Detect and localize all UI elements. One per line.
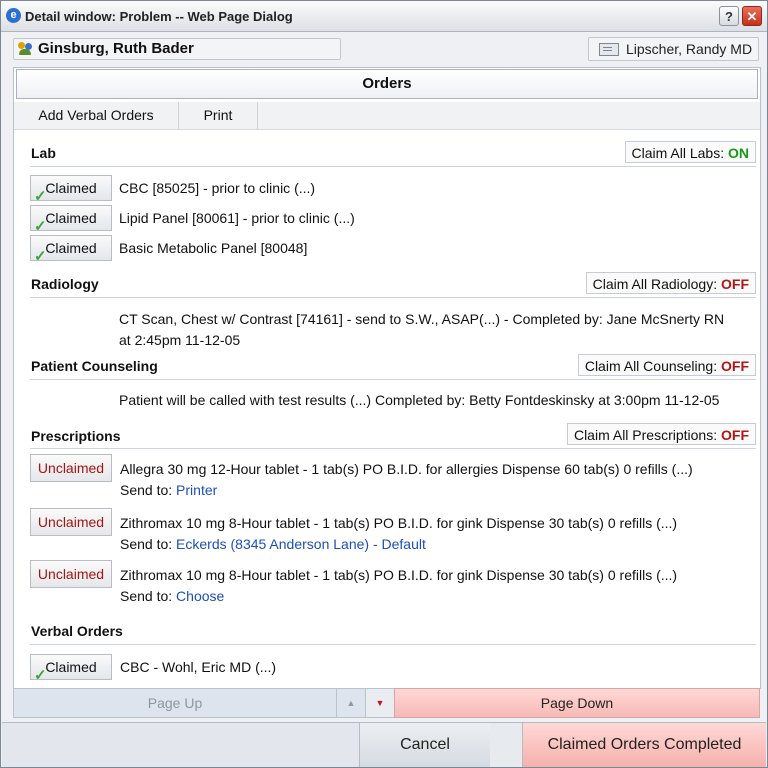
prescription-order-text: Zithromax 10 mg 8-Hour tablet - 1 tab(s)…	[120, 567, 678, 583]
dialog-window: e Detail window: Problem -- Web Page Dia…	[0, 0, 768, 768]
window-title: Detail window: Problem -- Web Page Dialo…	[25, 9, 293, 24]
claim-all-radiology-toggle[interactable]: Claim All Radiology: OFF	[585, 272, 756, 294]
divider	[30, 379, 756, 380]
check-icon: ✓	[34, 248, 47, 265]
radiology-section-title: Radiology	[31, 276, 99, 292]
claimed-label: Claimed	[45, 210, 97, 226]
orders-panel: Orders Add Verbal Orders Print Lab Claim…	[13, 67, 761, 689]
unclaimed-button[interactable]: Unclaimed	[30, 508, 112, 536]
claim-all-counseling-toggle[interactable]: Claim All Counseling: OFF	[577, 354, 756, 376]
lab-section-title: Lab	[31, 145, 56, 161]
pager: Page Up ▲ ▼ Page Down	[13, 688, 760, 718]
footer-spacer	[490, 723, 523, 767]
prescription-order-text: Zithromax 10 mg 8-Hour tablet - 1 tab(s)…	[120, 515, 678, 531]
send-to-row: Send to: Printer	[120, 482, 217, 498]
counseling-order-text: Patient will be called with test results…	[119, 392, 720, 408]
send-to-row: Send to: Eckerds (8345 Anderson Lane) - …	[120, 536, 426, 552]
claim-all-labs-toggle[interactable]: Claim All Labs: ON	[624, 141, 756, 163]
check-icon: ✓	[34, 667, 47, 684]
send-to-label: Send to:	[120, 536, 177, 552]
print-button[interactable]: Print	[179, 102, 258, 129]
orders-toolbar: Add Verbal Orders Print	[14, 102, 760, 130]
radiology-order-text: CT Scan, Chest w/ Contrast [74161] - sen…	[119, 311, 725, 327]
claimed-orders-completed-button[interactable]: Claimed Orders Completed	[523, 723, 766, 767]
divider	[30, 166, 756, 167]
help-button[interactable]: ?	[719, 6, 739, 26]
patient-icon	[18, 42, 33, 55]
claimed-button[interactable]: ✓ Claimed	[30, 654, 112, 684]
claimed-label: Claimed	[45, 659, 97, 675]
send-to-label: Send to:	[120, 588, 177, 604]
footer-spacer	[2, 723, 358, 767]
send-to-link[interactable]: Choose	[176, 588, 224, 604]
prescription-order-text: Allegra 30 mg 12-Hour tablet - 1 tab(s) …	[120, 461, 693, 477]
claim-all-prescriptions-toggle[interactable]: Claim All Prescriptions: OFF	[566, 423, 756, 445]
counseling-section-title: Patient Counseling	[31, 358, 158, 374]
claim-all-labs-label: Claim All Labs:	[631, 145, 728, 161]
id-card-icon	[599, 43, 619, 56]
divider	[30, 448, 756, 449]
browser-icon: e	[6, 8, 21, 23]
arrow-down-icon[interactable]: ▼	[365, 688, 395, 718]
claim-all-prescriptions-state: OFF	[721, 427, 749, 443]
claim-all-labs-state: ON	[728, 145, 749, 161]
claim-all-radiology-state: OFF	[721, 276, 749, 292]
claim-all-radiology-label: Claim All Radiology:	[592, 276, 721, 292]
patient-header: Ginsburg, Ruth Bader	[13, 38, 341, 60]
send-to-label: Send to:	[120, 482, 177, 498]
footer-bar: Cancel Claimed Orders Completed	[2, 722, 766, 767]
claimed-button[interactable]: ✓ Claimed	[30, 205, 112, 235]
claimed-button[interactable]: ✓ Claimed	[30, 235, 112, 265]
claim-all-counseling-state: OFF	[721, 358, 749, 374]
claimed-button[interactable]: ✓ Claimed	[30, 175, 112, 205]
verbal-orders-section-title: Verbal Orders	[31, 623, 123, 639]
divider	[30, 644, 756, 645]
send-to-row: Send to: Choose	[120, 588, 224, 604]
send-to-link[interactable]: Eckerds (8345 Anderson Lane) - Default	[176, 536, 426, 552]
page-up-button[interactable]: Page Up	[13, 688, 337, 718]
add-verbal-orders-button[interactable]: Add Verbal Orders	[14, 102, 179, 129]
claim-all-counseling-label: Claim All Counseling:	[584, 358, 721, 374]
lab-order-text: CBC [85025] - prior to clinic (...)	[119, 180, 316, 196]
patient-name: Ginsburg, Ruth Bader	[38, 40, 194, 57]
divider	[30, 297, 756, 298]
send-to-link[interactable]: Printer	[176, 482, 217, 498]
provider-name: Lipscher, Randy MD	[626, 41, 753, 57]
claimed-label: Claimed	[45, 180, 97, 196]
orders-heading: Orders	[16, 69, 758, 99]
cancel-button[interactable]: Cancel	[359, 723, 491, 767]
page-down-button[interactable]: Page Down	[394, 688, 760, 718]
claimed-label: Claimed	[45, 240, 97, 256]
radiology-order-completed: at 2:45pm 11-12-05	[119, 332, 241, 348]
lab-order-text: Basic Metabolic Panel [80048]	[119, 240, 308, 256]
provider-header[interactable]: Lipscher, Randy MD	[588, 37, 759, 61]
unclaimed-button[interactable]: Unclaimed	[30, 454, 112, 482]
verbal-order-text: CBC - Wohl, Eric MD (...)	[120, 659, 277, 675]
title-bar[interactable]: e Detail window: Problem -- Web Page Dia…	[1, 1, 767, 32]
unclaimed-button[interactable]: Unclaimed	[30, 560, 112, 588]
close-button[interactable]: ✕	[742, 6, 762, 26]
lab-order-text: Lipid Panel [80061] - prior to clinic (.…	[119, 210, 355, 226]
prescriptions-section-title: Prescriptions	[31, 428, 121, 444]
claim-all-prescriptions-label: Claim All Prescriptions:	[573, 427, 721, 443]
arrow-up-icon[interactable]: ▲	[336, 688, 366, 718]
